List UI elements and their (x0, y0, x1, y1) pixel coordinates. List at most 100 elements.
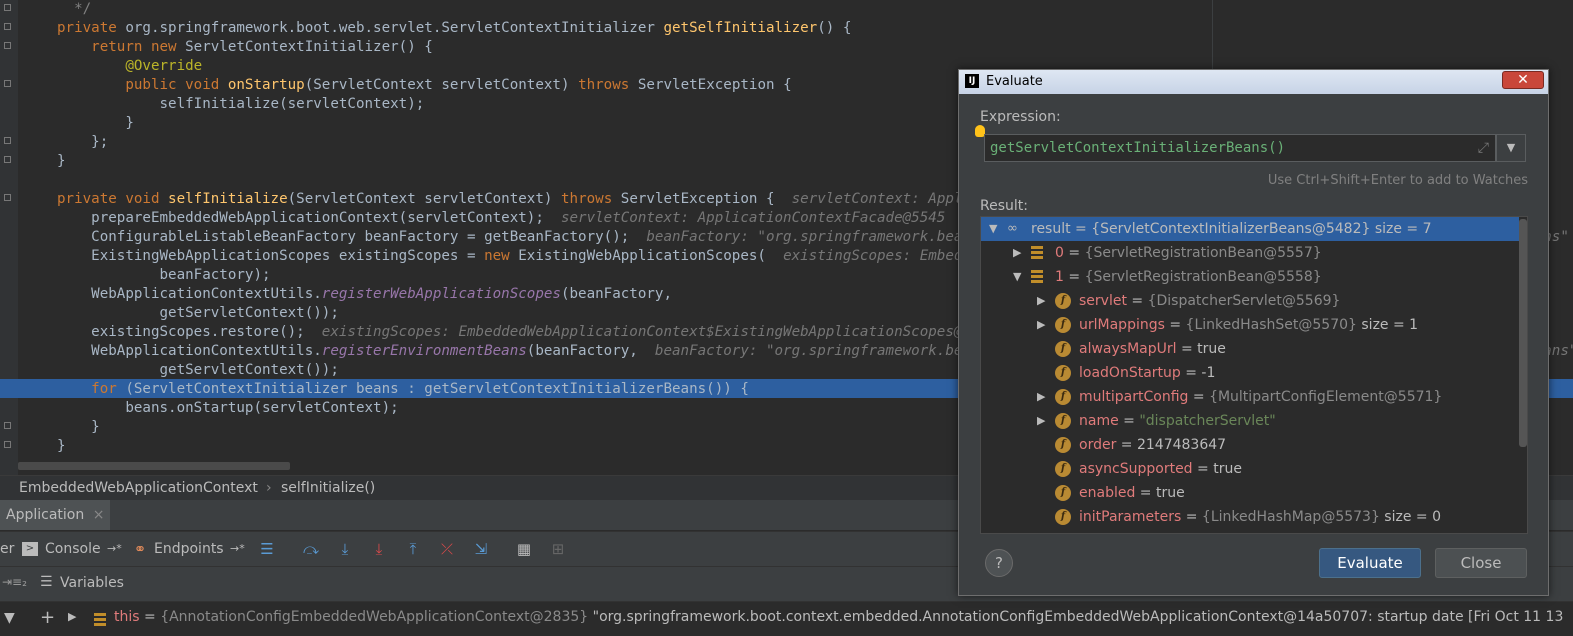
debugger-tab-cut[interactable]: er (0, 536, 14, 562)
show-execution-point-icon[interactable]: ⤼ (302, 540, 320, 558)
frames-icon[interactable]: ☰ (258, 540, 276, 558)
history-dropdown-button[interactable]: ▼ (1496, 134, 1526, 162)
tree-row[interactable]: ▶ f urlMappings = {LinkedHashSet@5570} siz… (981, 313, 1519, 337)
tree-row[interactable]: f alwaysMapUrl = true (981, 337, 1519, 361)
expression-input[interactable]: getServletContextInitializerBeans() ⤢ (984, 134, 1496, 162)
code-line[interactable]: prepareEmbeddedWebApplicationContext(ser… (57, 209, 945, 228)
code-line[interactable]: public void onStartup(ServletContext ser… (57, 76, 791, 95)
breadcrumb-method[interactable]: selfInitialize() (281, 480, 375, 496)
editor-gutter[interactable] (0, 0, 18, 475)
expand-arrow-icon[interactable]: ▶ (1037, 409, 1045, 433)
code-token: }; (57, 134, 109, 150)
evaluate-button[interactable]: Evaluate (1319, 548, 1421, 578)
run-to-cursor-icon[interactable]: ⇲ (472, 540, 490, 558)
code-line[interactable]: } (57, 437, 66, 456)
watch-hint: Use Ctrl+Shift+Enter to add to Watches (1267, 173, 1528, 188)
tree-row[interactable]: f asyncSupported = true (981, 457, 1519, 481)
code-line[interactable]: */ (57, 0, 91, 19)
evaluate-expression-icon[interactable]: ▦ (515, 540, 533, 558)
fold-marker[interactable] (4, 194, 11, 201)
expand-arrow-icon[interactable]: ▶ (1037, 313, 1045, 337)
expand-arrow-icon[interactable]: ▶ (1037, 385, 1045, 409)
tree-var-size: size = 0 (1379, 509, 1441, 525)
code-line[interactable]: existingScopes.restore(); existingScopes… (57, 323, 996, 342)
dialog-close-button[interactable]: ✕ (1502, 71, 1544, 89)
variables-row-this[interactable]: ▼ + ▶ this = {AnnotationConfigEmbeddedWe… (0, 601, 1573, 636)
code-line[interactable]: } (57, 152, 66, 171)
code-token: } (57, 438, 66, 454)
collapse-arrow-icon[interactable]: ▼ (989, 217, 997, 241)
filter-icon[interactable]: ▼ (4, 610, 15, 626)
tree-scrollbar[interactable] (1519, 217, 1527, 533)
tree-row[interactable]: f initParameters = {LinkedHashMap@5573} s… (981, 505, 1519, 529)
fold-marker[interactable] (4, 422, 11, 429)
tree-row[interactable]: ▶ f multipartConfig = {MultipartConfigElem… (981, 385, 1519, 409)
code-token: ConfigurableListableBeanFactory beanFact… (57, 229, 647, 245)
fold-marker[interactable] (4, 23, 11, 30)
tree-var-ref: {ServletContextInitializerBeans@5482} (1091, 221, 1371, 237)
dialog-titlebar[interactable]: IJ Evaluate (959, 70, 1548, 94)
tree-row[interactable]: f enabled = true (981, 481, 1519, 505)
tree-row[interactable]: ▶ f servlet = {DispatcherServlet@5569} (981, 289, 1519, 313)
step-out-icon[interactable]: ⤒ (404, 540, 422, 558)
fold-marker[interactable] (4, 42, 11, 49)
code-line[interactable]: beanFactory); (57, 266, 270, 285)
code-line[interactable]: getServletContext()); (57, 361, 338, 380)
tree-row[interactable]: ▶ f name = "dispatcherServlet" (981, 409, 1519, 433)
step-over-icon[interactable]: ⤓ (336, 540, 354, 558)
code-line[interactable]: for (ServletContextInitializer beans : g… (57, 380, 749, 399)
expand-arrow-icon[interactable]: ▶ (1037, 289, 1045, 313)
code-token: return new (91, 39, 186, 55)
pin-icon[interactable]: →* (107, 536, 122, 562)
collapse-arrow-icon[interactable]: ▼ (1013, 265, 1021, 289)
add-watch-icon[interactable]: + (40, 607, 55, 628)
fold-marker[interactable] (4, 156, 11, 163)
tab-endpoints[interactable]: Endpoints (154, 536, 224, 562)
tree-row[interactable]: f loadOnStartup = -1 (981, 361, 1519, 385)
fold-marker[interactable] (4, 80, 11, 87)
var-value: "org.springframework.boot.context.embedd… (592, 609, 1564, 625)
step-into-icon[interactable]: ⤓ (370, 540, 388, 558)
expand-arrow-icon[interactable]: ▶ (1013, 241, 1021, 265)
code-line[interactable]: WebApplicationContextUtils.registerWebAp… (57, 285, 672, 304)
field-icon: f (1055, 485, 1071, 501)
field-icon: f (1055, 317, 1071, 333)
code-line[interactable]: } (57, 418, 100, 437)
tab-close-icon[interactable]: × (93, 507, 105, 523)
horizontal-scrollbar[interactable] (18, 462, 290, 470)
code-line[interactable]: private org.springframework.boot.web.ser… (57, 19, 851, 38)
code-line[interactable]: selfInitialize(servletContext); (57, 95, 424, 114)
tree-var-value: 2147483647 (1136, 437, 1227, 453)
code-line[interactable]: beans.onStartup(servletContext); (57, 399, 399, 418)
breadcrumb-class[interactable]: EmbeddedWebApplicationContext (19, 480, 258, 496)
expand-arrow-icon[interactable]: ▶ (68, 610, 76, 623)
result-tree[interactable]: f initParameters = {LinkedHashMap@5573} s… (980, 216, 1528, 534)
code-token: throws (560, 191, 621, 207)
code-line[interactable]: }; (57, 133, 108, 152)
fold-marker[interactable] (4, 137, 11, 144)
help-button[interactable]: ? (985, 549, 1013, 577)
layout-icon[interactable]: ⇥≡₂ (2, 575, 27, 589)
code-line[interactable]: getServletContext()); (57, 304, 338, 323)
drop-frame-icon[interactable]: ⤫ (438, 540, 456, 558)
tree-row[interactable]: ▼ ∞ result = {ServletContextInitializerBea… (981, 217, 1519, 241)
code-line[interactable]: @Override (57, 57, 202, 76)
tree-row[interactable]: ▼ 1 = {ServletRegistrationBean@5558} (981, 265, 1519, 289)
close-button[interactable]: Close (1435, 548, 1527, 578)
code-line[interactable]: return new ServletContextInitializer() { (57, 38, 433, 57)
code-token: beans.onStartup(servletContext); (57, 400, 399, 416)
fold-marker[interactable] (4, 4, 11, 11)
trace-icon[interactable]: ⊞ (549, 540, 567, 558)
tree-row[interactable]: f order = 2147483647 (981, 433, 1519, 457)
scrollbar-thumb[interactable] (1519, 219, 1527, 447)
tab-console[interactable]: Console (45, 536, 101, 562)
tab-application[interactable]: Application × (0, 500, 111, 530)
expand-icon[interactable]: ⤢ (1478, 140, 1489, 156)
dialog-title: Evaluate (986, 74, 1043, 89)
fold-marker[interactable] (4, 441, 11, 448)
tree-row[interactable]: ▶ 0 = {ServletRegistrationBean@5557} (981, 241, 1519, 265)
list-icon (94, 613, 106, 627)
tree-var-value: -1 (1201, 365, 1216, 381)
pin-icon[interactable]: →* (230, 536, 245, 562)
code-line[interactable]: } (57, 114, 134, 133)
